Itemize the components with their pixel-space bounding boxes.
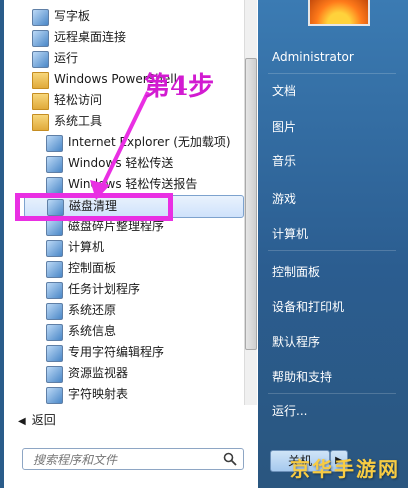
menu-item[interactable]: 写字板	[24, 6, 242, 27]
shortcuts-panel: Administrator 文档图片音乐游戏计算机控制面板设备和打印机 默认程序帮助…	[258, 0, 408, 488]
programs-panel: 写字板 远程桌面连接 运行 Windows PowerShell 轻松访问 系统工具 Int…	[4, 0, 259, 488]
search-box[interactable]	[22, 448, 244, 470]
folder-icon	[32, 114, 49, 131]
shortcut-item[interactable]: 图片	[272, 117, 296, 137]
shortcut-item[interactable]: 控制面板	[272, 262, 320, 282]
computer-icon	[46, 240, 63, 257]
menu-item[interactable]: 任务计划程序	[24, 279, 242, 300]
internet-explorer-icon	[46, 135, 63, 152]
menu-item[interactable]: Windows 轻松传送报告	[24, 174, 242, 195]
search-input[interactable]	[31, 451, 225, 469]
menu-item[interactable]: 系统信息	[24, 321, 242, 342]
control-panel-icon	[46, 261, 63, 278]
menu-item-label: 远程桌面连接	[54, 30, 127, 44]
menu-item-label: 专用字符编辑程序	[68, 345, 165, 359]
shortcut-item[interactable]: 计算机	[272, 224, 308, 244]
shortcut-item[interactable]: 设备和打印机	[272, 297, 344, 317]
menu-item-label: 字符映射表	[68, 387, 129, 401]
search-icon[interactable]	[223, 452, 237, 466]
menu-item[interactable]: 计算机	[24, 237, 242, 258]
scrollbar-thumb[interactable]	[245, 58, 257, 350]
remote-desktop-icon	[32, 30, 49, 47]
menu-item[interactable]: Internet Explorer (无加载项)	[24, 132, 242, 153]
easy-transfer-report-icon	[46, 177, 63, 194]
menu-item[interactable]: 资源监视器	[24, 363, 242, 384]
divider	[268, 73, 396, 74]
system-restore-icon	[46, 303, 63, 320]
defrag-icon	[46, 219, 63, 236]
task-scheduler-icon	[46, 282, 63, 299]
shortcut-item[interactable]: 运行...	[272, 401, 307, 421]
menu-item-label: 资源监视器	[68, 366, 129, 380]
menu-item-label: 系统工具	[54, 114, 103, 128]
wordpad-icon	[32, 9, 49, 26]
annotation-step-label: 第4步	[144, 72, 215, 102]
menu-item-label: 系统信息	[68, 324, 117, 338]
shortcut-item[interactable]: Administrator	[272, 47, 354, 67]
char-editor-icon	[46, 345, 63, 362]
resource-monitor-icon	[46, 366, 63, 383]
menu-item-label: 系统还原	[68, 303, 117, 317]
folder-icon	[32, 72, 49, 89]
back-arrow-icon: ◀	[18, 416, 26, 427]
shortcut-item[interactable]: 帮助和支持	[272, 367, 332, 387]
divider	[268, 393, 396, 394]
menu-item[interactable]: 专用字符编辑程序	[24, 342, 242, 363]
menu-item[interactable]: Windows 轻松传送	[24, 153, 242, 174]
shortcut-item[interactable]: 默认程序	[272, 332, 320, 352]
menu-item-label: 运行	[54, 51, 79, 65]
menu-item-label: 控制面板	[68, 261, 117, 275]
easy-transfer-icon	[46, 156, 63, 173]
menu-item-label: 任务计划程序	[68, 282, 141, 296]
menu-item-label: Windows 轻松传送报告	[68, 177, 198, 191]
menu-item[interactable]: 字符映射表	[24, 384, 242, 405]
shortcut-item[interactable]: 音乐	[272, 151, 296, 171]
menu-item[interactable]: 系统还原	[24, 300, 242, 321]
watermark: 京华手游网	[290, 457, 400, 481]
start-menu: 写字板 远程桌面连接 运行 Windows PowerShell 轻松访问 系统工具 Int…	[0, 0, 408, 488]
char-map-icon	[46, 387, 63, 404]
folder-icon	[32, 93, 49, 110]
annotation-highlight-box	[15, 193, 173, 221]
user-avatar[interactable]	[308, 0, 370, 26]
menu-item[interactable]: 远程桌面连接	[24, 27, 242, 48]
divider	[268, 250, 396, 251]
menu-item-label: 写字板	[54, 9, 91, 23]
menu-item[interactable]: 控制面板	[24, 258, 242, 279]
system-info-icon	[46, 324, 63, 341]
menu-item-label: 计算机	[68, 240, 105, 254]
back-label: 返回	[31, 413, 56, 427]
menu-item-label: 轻松访问	[54, 93, 103, 107]
shortcut-item[interactable]: 文档	[272, 81, 296, 101]
menu-item[interactable]: 系统工具	[24, 111, 242, 132]
shortcut-item[interactable]: 游戏	[272, 189, 296, 209]
menu-item-label: Internet Explorer (无加载项)	[68, 135, 231, 149]
menu-item-label: Windows 轻松传送	[68, 156, 174, 170]
back-button[interactable]: ◀ 返回	[18, 410, 56, 430]
run-icon	[32, 51, 49, 68]
